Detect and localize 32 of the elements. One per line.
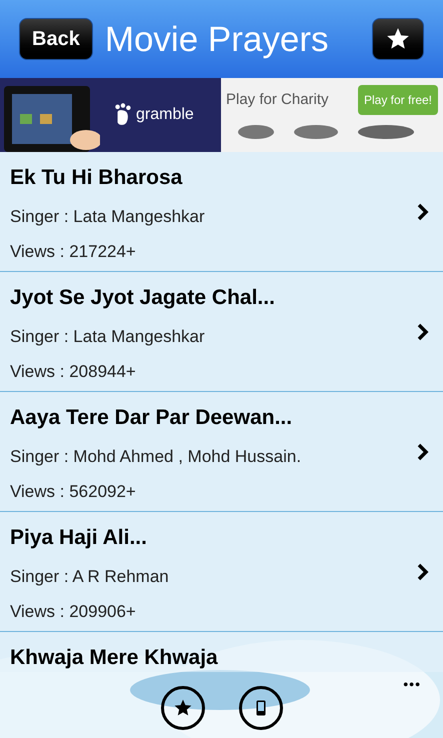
more-button[interactable]: ••• xyxy=(403,674,421,695)
favorites-button[interactable] xyxy=(160,686,204,730)
chevron-right-icon xyxy=(417,322,429,340)
song-title: Piya Haji Ali... xyxy=(10,525,148,551)
back-button[interactable]: Back xyxy=(19,18,93,60)
song-title: Aaya Tere Dar Par Deewan... xyxy=(10,405,294,431)
chevron-right-icon xyxy=(417,202,429,220)
chevron-right-icon xyxy=(417,562,429,580)
views-text: Views : 209906+ xyxy=(10,601,137,623)
singer-text: Singer : A R Rehman xyxy=(10,566,170,588)
star-icon xyxy=(172,698,192,718)
song-item[interactable]: Aaya Tere Dar Par Deewan... Singer : Mohd Ahmed , Mohd Hussain. Views : 562092+ xyxy=(0,392,443,512)
favorite-button[interactable] xyxy=(372,18,424,60)
song-title: Khwaja Mere Khwaja xyxy=(10,645,219,671)
song-item[interactable]: Ek Tu Hi Bharosa Singer : Lata Mangeshkar Views : 217224+ xyxy=(0,152,443,272)
brand-name: gramble xyxy=(136,105,194,125)
device-button[interactable] xyxy=(238,686,282,730)
chevron-right-icon xyxy=(417,442,429,460)
window-title: Movie Prayers xyxy=(104,22,330,56)
song-item[interactable]: Jyot Se Jyot Jagate Chal... Singer : Lata Mangeshkar Views : 208944+ xyxy=(0,272,443,392)
singer-text: Singer : Lata Mangeshkar xyxy=(10,206,206,228)
song-item[interactable]: Khwaja Mere Khwaja xyxy=(0,632,443,672)
singer-text: Singer : Lata Mangeshkar xyxy=(10,326,206,348)
views-text: Views : 217224+ xyxy=(10,241,137,263)
views-text: Views : 562092+ xyxy=(10,481,137,503)
song-item[interactable]: Piya Haji Ali... Singer : A R Rehman Views : 209906+ xyxy=(0,512,443,632)
song-title: Jyot Se Jyot Jagate Chal... xyxy=(10,285,276,311)
singer-text: Singer : Mohd Ahmed , Mohd Hussain. xyxy=(10,446,302,468)
paw-logo-icon xyxy=(114,103,132,127)
song-title: Ek Tu Hi Bharosa xyxy=(10,165,184,191)
ad-headline: Play for Charity xyxy=(226,90,329,110)
views-text: Views : 208944+ xyxy=(10,361,137,383)
